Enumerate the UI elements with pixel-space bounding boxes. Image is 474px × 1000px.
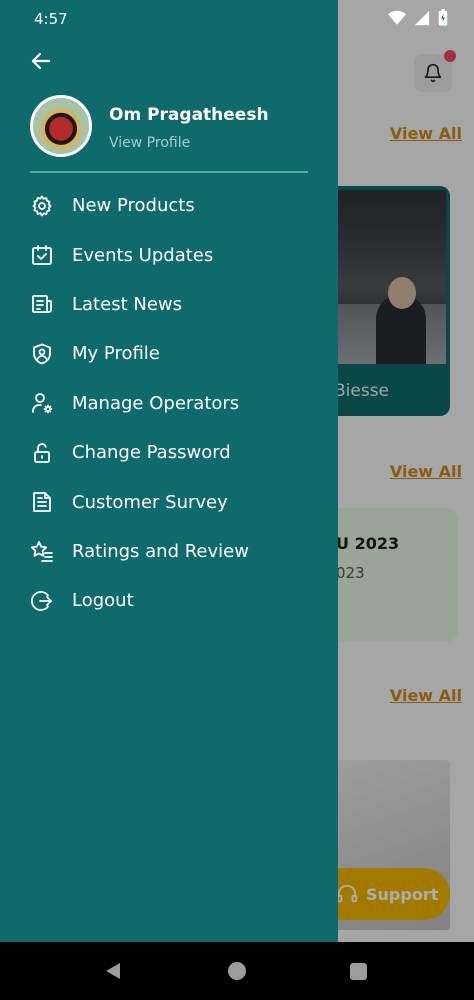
menu-item-logout[interactable]: Logout [0, 576, 338, 625]
nav-back-icon[interactable] [104, 962, 122, 980]
menu-item-events-updates[interactable]: Events Updates [0, 230, 338, 279]
menu-item-label: Manage Operators [72, 392, 240, 414]
document-icon [30, 490, 54, 514]
battery-icon [438, 9, 448, 26]
gear-icon [30, 194, 54, 218]
menu-item-my-profile[interactable]: My Profile [0, 329, 338, 378]
view-profile-link[interactable]: View Profile [109, 135, 190, 151]
menu-item-label: Ratings and Review [72, 540, 249, 562]
navigation-drawer: Om Pragatheesh View Profile New Products… [0, 0, 338, 942]
drawer-divider [30, 171, 308, 173]
nav-home-icon[interactable] [228, 962, 246, 980]
user-gear-icon [30, 391, 54, 415]
menu-item-label: Logout [72, 590, 134, 612]
system-nav-bar [0, 942, 474, 1000]
menu-item-latest-news[interactable]: Latest News [0, 280, 338, 329]
signal-icon [414, 10, 430, 25]
menu-item-customer-survey[interactable]: Customer Survey [0, 477, 338, 526]
calendar-check-icon [30, 243, 54, 267]
nav-recents-icon[interactable] [350, 963, 367, 980]
wifi-icon [388, 10, 406, 25]
menu-item-ratings-and-review[interactable]: Ratings and Review [0, 527, 338, 576]
menu-item-change-password[interactable]: Change Password [0, 428, 338, 477]
menu-item-manage-operators[interactable]: Manage Operators [0, 379, 338, 428]
menu-item-label: My Profile [72, 343, 160, 365]
lock-icon [30, 441, 54, 465]
profile-name: Om Pragatheesh [109, 105, 269, 125]
logout-icon [30, 589, 54, 613]
back-button[interactable] [26, 46, 56, 76]
menu-item-label: Latest News [72, 293, 182, 315]
arrow-left-icon [31, 52, 51, 70]
news-icon [30, 292, 54, 316]
menu-item-label: New Products [72, 195, 195, 217]
drawer-menu: New Products Events Updates Latest News … [0, 181, 338, 626]
shield-user-icon [30, 342, 54, 366]
star-list-icon [30, 539, 54, 563]
menu-item-new-products[interactable]: New Products [0, 181, 338, 230]
status-bar: 4:57 [0, 0, 474, 36]
menu-item-label: Events Updates [72, 244, 214, 266]
screen: View All Biesse View All U 2023 023 View… [0, 0, 474, 1000]
status-time: 4:57 [34, 10, 68, 28]
menu-item-label: Change Password [72, 442, 231, 464]
menu-item-label: Customer Survey [72, 491, 228, 513]
avatar[interactable] [30, 95, 92, 157]
